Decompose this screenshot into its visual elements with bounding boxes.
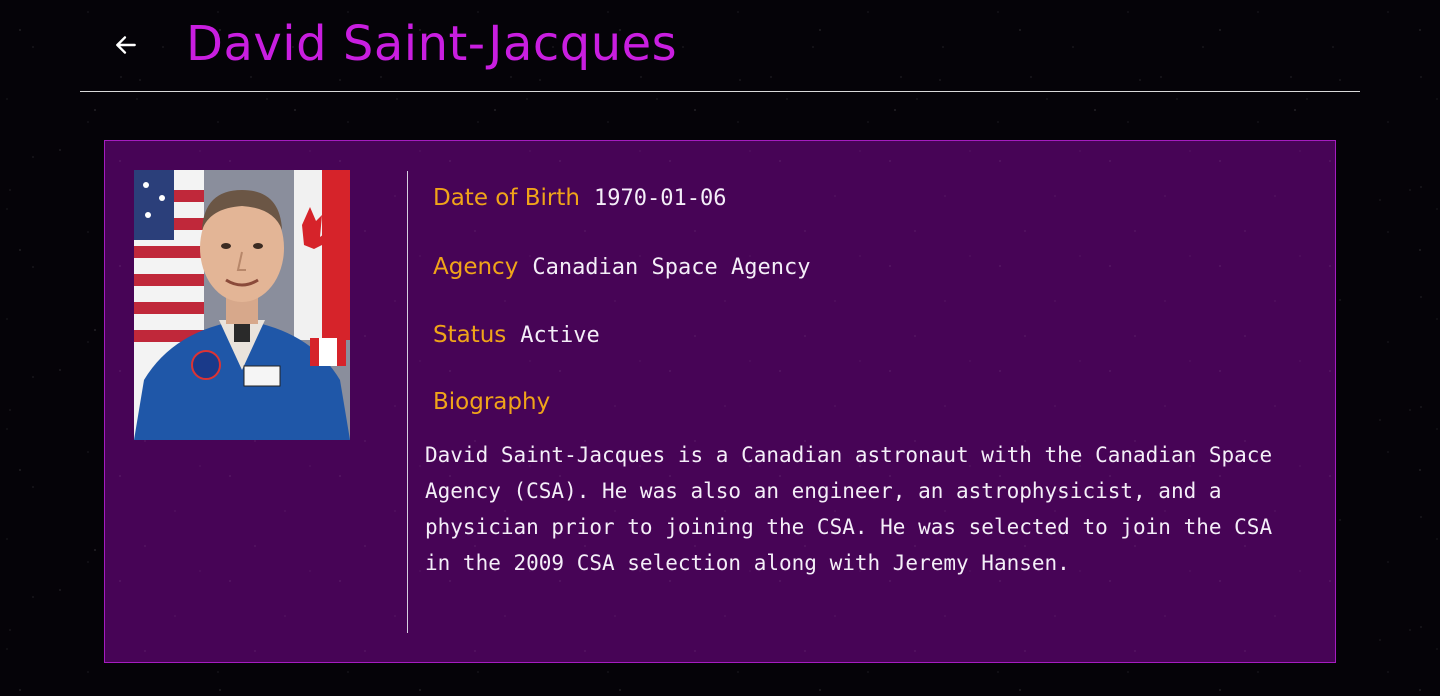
field-date-of-birth: Date of Birth 1970-01-06 (433, 185, 726, 211)
astronaut-card: Date of Birth 1970-01-06 Agency Canadian… (104, 140, 1336, 663)
agency-label: Agency (433, 254, 519, 280)
agency-value: Canadian Space Agency (532, 255, 811, 280)
page-title: David Saint-Jacques (186, 16, 678, 72)
arrow-left-icon (116, 36, 136, 54)
date-of-birth-label: Date of Birth (433, 185, 580, 211)
date-of-birth-value: 1970-01-06 (593, 186, 727, 211)
field-agency: Agency Canadian Space Agency (433, 254, 810, 280)
page-header: David Saint-Jacques (80, 0, 1360, 92)
field-status: Status Active (433, 322, 600, 348)
biography-label: Biography (433, 389, 551, 415)
astronaut-photo (134, 170, 350, 440)
vertical-divider (407, 171, 408, 633)
status-value: Active (520, 323, 600, 348)
back-button[interactable] (110, 29, 142, 61)
biography-text: David Saint-Jacques is a Canadian astron… (425, 443, 1273, 575)
status-label: Status (433, 322, 507, 348)
